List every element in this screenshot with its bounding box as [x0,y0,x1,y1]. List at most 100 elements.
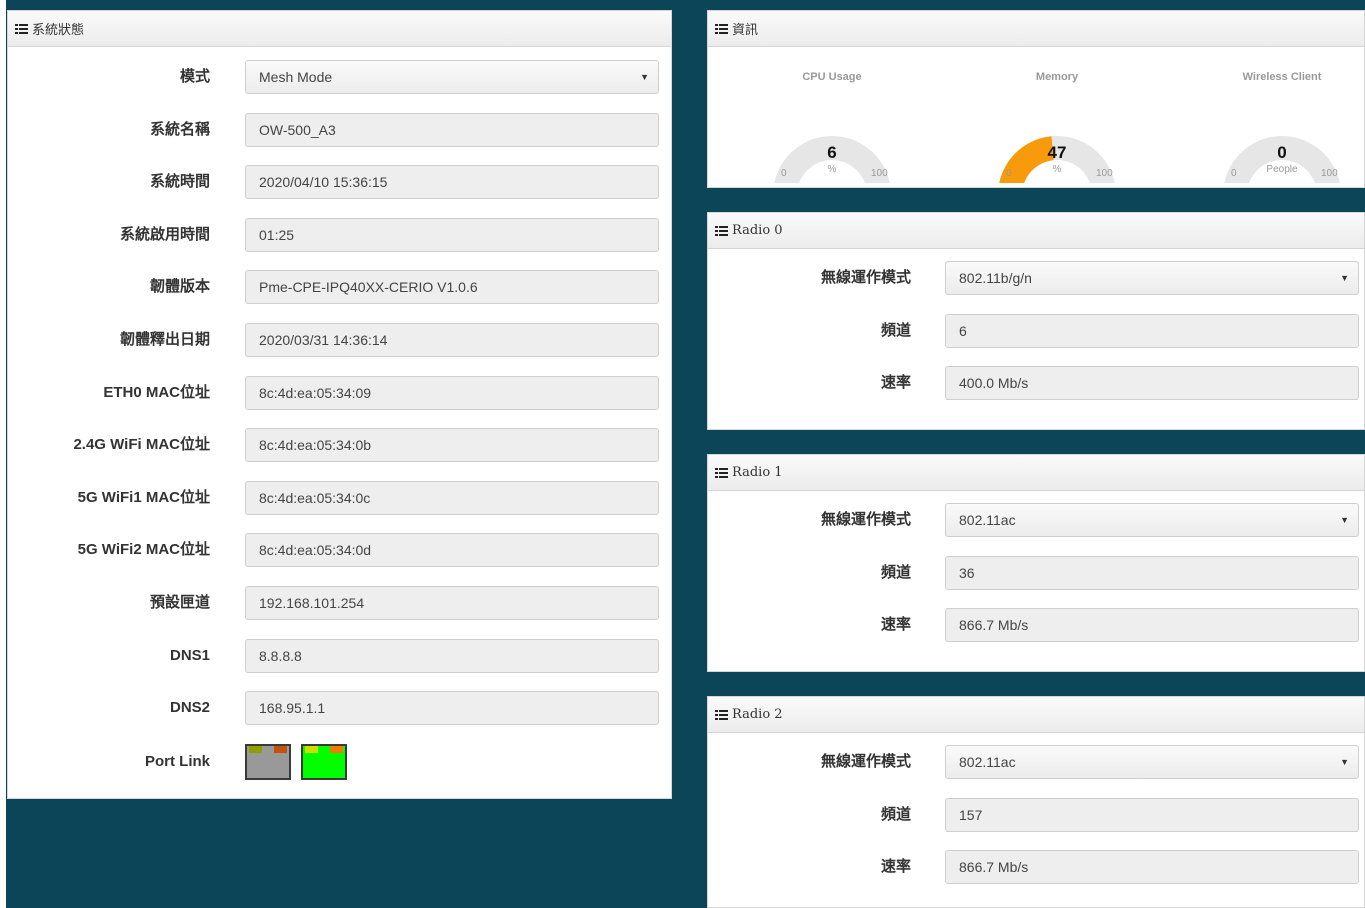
field-value: 01:25 [259,226,295,243]
gauge-value: 47 [1047,143,1067,162]
status-field: 192.168.101.254 [245,586,659,620]
channel-field: 6 [945,313,1359,348]
caret-down-icon: ▼ [1340,757,1349,767]
radio-row: 頻道 157 [708,797,1364,832]
wireless-mode-select[interactable]: 802.11b/g/n ▼ [945,261,1359,295]
field-value: 6 [959,322,967,339]
radio-row: 頻道 6 [708,313,1364,348]
status-label: 系統啟用時間 [119,225,210,243]
panel-title: Radio 1 [732,465,783,480]
gauge-max: 100 [871,168,888,179]
status-row: 模式 Mesh Mode ▼ [8,60,671,94]
status-field: 8c:4d:ea:05:34:0d [245,533,659,568]
panel-header: Radio 1 [708,455,1364,491]
status-label: 預設匣道 [149,594,210,611]
radio-1-panel: Radio 1 無線運作模式 802.11ac ▼ 頻道 36 速率 866.7 Mb/s [707,454,1365,672]
gauge-title: Memory [1035,71,1079,83]
status-row: 2.4G WiFi MAC位址 8c:4d:ea:05:34:0b [8,428,671,463]
status-label: 韌體釋出日期 [119,331,210,348]
field-value: 8.8.8.8 [259,647,302,664]
status-label: 韌體版本 [149,278,210,296]
field-value: 866.7 Mb/s [959,617,1029,633]
port-led-right [330,746,343,753]
radio-row: 無線運作模式 802.11ac ▼ [708,745,1364,779]
port-link-label: Port Link [144,753,210,770]
radio-row: 無線運作模式 802.11b/g/n ▼ [708,261,1364,295]
status-label: 系統時間 [149,173,210,191]
gauge: Wireless Client 0 People 0 100 [1167,53,1365,183]
list-icon [15,23,28,34]
status-field: 8c:4d:ea:05:34:09 [245,375,659,410]
gauge-min: 0 [1231,168,1237,179]
rate-field: 400.0 Mb/s [945,366,1359,400]
status-field: 8c:4d:ea:05:34:0b [245,428,659,463]
status-field: 2020/03/31 14:36:14 [245,323,659,357]
gauge-unit: % [1052,164,1062,175]
status-row: 5G WiFi2 MAC位址 8c:4d:ea:05:34:0d [8,533,671,568]
field-value: 8c:4d:ea:05:34:0d [259,542,372,559]
radio-label: 頻道 [880,563,911,581]
gauge-max: 100 [1321,168,1338,179]
wireless-mode-select[interactable]: 802.11ac ▼ [945,503,1359,537]
radio-row: 速率 866.7 Mb/s [708,608,1364,642]
field-value: 8c:4d:ea:05:34:0c [259,489,371,506]
field-value: 802.11b/g/n [959,270,1032,286]
channel-field: 157 [945,797,1359,832]
ethernet-port-icon [301,744,347,780]
status-field: 2020/04/10 15:36:15 [245,165,659,200]
radio-label: 頻道 [880,321,911,339]
status-label: 5G WiFi1 MAC位址 [77,488,210,506]
status-label: 5G WiFi2 MAC位址 [77,541,210,559]
panel-header: Radio 2 [708,697,1364,733]
status-row: DNS2 168.95.1.1 [8,691,671,726]
status-field: 8c:4d:ea:05:34:0c [245,480,659,515]
status-label: 模式 [179,68,210,85]
field-value: 36 [959,564,975,581]
field-value: Pme-CPE-IPQ40XX-CERIO V1.0.6 [259,279,478,296]
caret-down-icon: ▼ [1340,515,1349,525]
panel-header: 資訊 [708,11,1364,47]
status-label: 2.4G WiFi MAC位址 [73,436,210,454]
gauge-value: 6 [827,143,837,162]
field-value: 802.11ac [959,754,1016,770]
radio-label: 速率 [880,374,911,391]
field-value: 8c:4d:ea:05:34:0b [259,437,372,454]
field-value: 2020/03/31 14:36:14 [259,332,388,348]
gauge-title: Wireless Client [1242,71,1322,83]
field-value: OW-500_A3 [259,121,336,138]
status-label: 系統名稱 [149,120,210,138]
gauge-title: CPU Usage [802,71,862,83]
panel-title: Radio 2 [732,707,783,722]
panel-title: Radio 0 [732,223,783,238]
mode-select[interactable]: Mesh Mode ▼ [245,60,659,94]
status-label: DNS1 [169,646,210,664]
gauge: CPU Usage 6% 0 100 [717,53,947,183]
radio-label: 速率 [880,858,911,875]
list-icon [715,225,728,236]
status-row: 預設匣道 192.168.101.254 [8,586,671,620]
port-led-left [249,746,262,753]
field-value: 8c:4d:ea:05:34:09 [259,384,372,401]
radio-row: 速率 400.0 Mb/s [708,366,1364,400]
port-led-right [274,746,287,753]
radio-0-panel: Radio 0 無線運作模式 802.11b/g/n ▼ 頻道 6 速率 400.0 Mb/s [707,212,1365,430]
wireless-mode-select[interactable]: 802.11ac ▼ [945,745,1359,779]
radio-row: 無線運作模式 802.11ac ▼ [708,503,1364,537]
list-icon [715,467,728,478]
radio-label: 速率 [880,616,911,633]
panel-title: 系統狀態 [32,23,85,38]
field-value: 157 [959,806,983,823]
radio-row: 速率 866.7 Mb/s [708,850,1364,884]
gauge-min: 0 [781,168,787,179]
field-value: 866.7 Mb/s [959,859,1029,875]
status-label: ETH0 MAC位址 [103,383,210,401]
radio-label: 無線運作模式 [820,753,911,770]
caret-down-icon: ▼ [640,72,649,82]
rate-field: 866.7 Mb/s [945,608,1359,642]
field-value: 2020/04/10 15:36:15 [259,174,388,191]
status-row: 韌體釋出日期 2020/03/31 14:36:14 [8,323,671,357]
port-led-left [305,746,318,753]
system-status-panel: 系統狀態 模式 Mesh Mode ▼ 系統名稱 OW-500_A3 系統時間 2020/0… [7,10,672,799]
caret-down-icon: ▼ [1340,273,1349,283]
gauge-max: 100 [1096,168,1113,179]
